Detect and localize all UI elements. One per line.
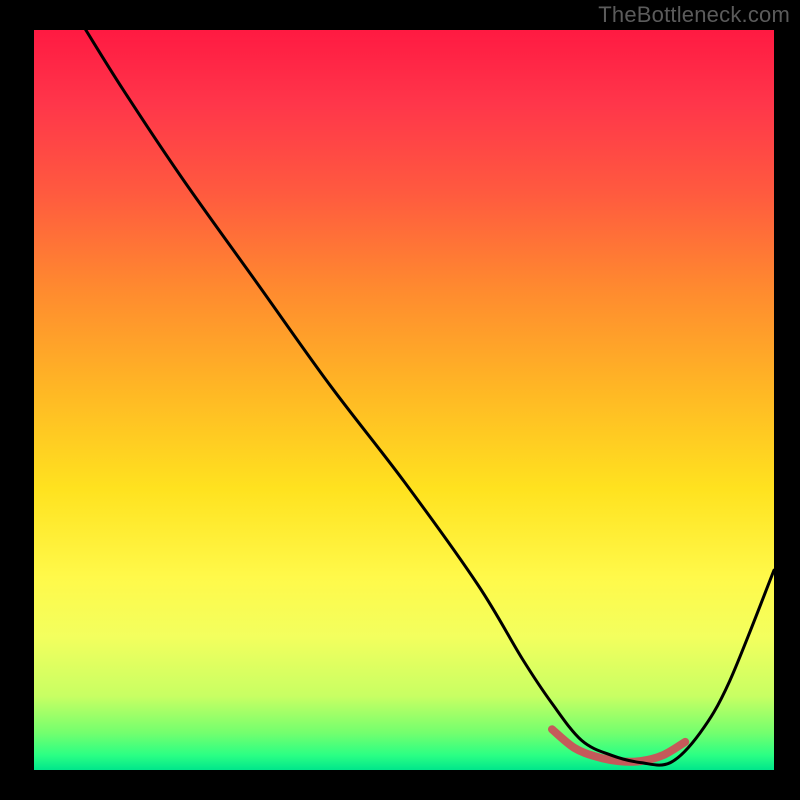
watermark-text: TheBottleneck.com [598,2,790,28]
primary-curve-path [86,30,774,765]
plot-area [34,30,774,770]
chart-frame: TheBottleneck.com [0,0,800,800]
curve-layer [34,30,774,770]
